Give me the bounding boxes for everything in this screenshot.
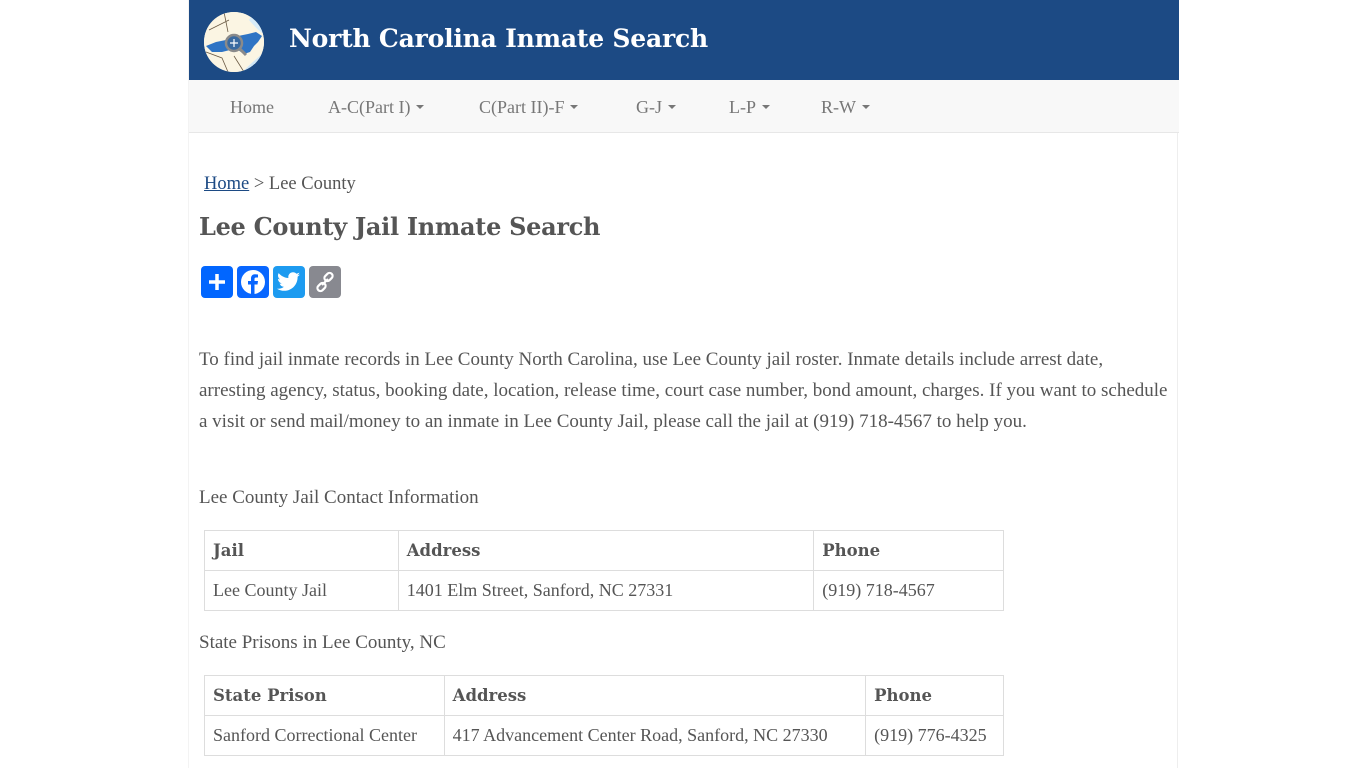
state-prisons-table: State Prison Address Phone Sanford Corre…: [204, 675, 1004, 756]
site-title[interactable]: North Carolina Inmate Search: [289, 24, 708, 53]
caret-down-icon: [668, 104, 676, 109]
jail-phone-cell: (919) 718-4567: [813, 570, 1004, 611]
page-container: North Carolina Inmate Search Home A-C(Pa…: [188, 0, 1179, 768]
page-title: Lee County Jail Inmate Search: [199, 212, 601, 241]
nav-item-r-w[interactable]: R-W: [821, 97, 870, 118]
jail-contact-heading: Lee County Jail Contact Information: [199, 487, 479, 508]
nav-item-g-j[interactable]: G-J: [636, 97, 676, 118]
breadcrumb: Home > Lee County: [204, 174, 356, 195]
twitter-share-button[interactable]: [273, 266, 305, 298]
facebook-share-button[interactable]: [237, 266, 269, 298]
main-navbar: Home A-C(Part I) C(Part II)-F G-J L-P R-…: [189, 80, 1179, 133]
prison-name-cell: Sanford Correctional Center: [204, 715, 445, 756]
table-header-row: State Prison Address Phone: [204, 675, 1004, 716]
intro-paragraph: To find jail inmate records in Lee Count…: [199, 349, 1168, 432]
share-button[interactable]: [201, 266, 233, 298]
nav-item-label: R-W: [821, 97, 856, 117]
plus-icon: [209, 274, 225, 290]
nav-item-a-c-part-i[interactable]: A-C(Part I): [328, 97, 425, 118]
state-prisons-heading: State Prisons in Lee County, NC: [199, 632, 446, 653]
column-header: Address: [397, 530, 815, 571]
jail-name-cell: Lee County Jail: [204, 570, 399, 611]
table-header-row: Jail Address Phone: [204, 530, 1004, 571]
twitter-icon: [277, 272, 300, 291]
nav-item-home[interactable]: Home: [230, 97, 274, 118]
breadcrumb-current: Lee County: [268, 174, 356, 194]
nav-item-label: Home: [230, 97, 274, 117]
column-header: Jail: [204, 530, 399, 571]
caret-down-icon: [416, 104, 425, 109]
nav-item-c-part-ii-f[interactable]: C(Part II)-F: [479, 97, 579, 118]
nav-item-label: C(Part II)-F: [479, 97, 565, 117]
breadcrumb-separator: >: [253, 174, 265, 194]
prison-phone-cell: (919) 776-4325: [865, 715, 1004, 756]
link-icon: [316, 271, 334, 293]
column-header: Phone: [865, 675, 1004, 716]
nav-item-label: A-C(Part I): [328, 97, 411, 117]
caret-down-icon: [570, 104, 579, 109]
breadcrumb-home-link[interactable]: Home: [204, 174, 249, 194]
caret-down-icon: [862, 104, 870, 109]
copy-link-button[interactable]: [309, 266, 341, 298]
nc-map-magnifier-logo-icon[interactable]: [204, 12, 264, 72]
nav-item-label: L-P: [729, 97, 756, 117]
column-header: State Prison: [204, 675, 445, 716]
table-row: Sanford Correctional Center 417 Advancem…: [204, 715, 1004, 756]
nav-item-l-p[interactable]: L-P: [729, 97, 770, 118]
prison-address-cell: 417 Advancement Center Road, Sanford, NC…: [443, 715, 867, 756]
facebook-icon: [241, 270, 265, 295]
column-header: Phone: [813, 530, 1004, 571]
share-buttons: [201, 266, 341, 298]
jail-address-cell: 1401 Elm Street, Sanford, NC 27331: [397, 570, 815, 611]
nav-item-label: G-J: [636, 97, 662, 117]
jail-contact-table: Jail Address Phone Lee County Jail 1401 …: [204, 530, 1004, 611]
column-header: Address: [443, 675, 867, 716]
table-row: Lee County Jail 1401 Elm Street, Sanford…: [204, 570, 1004, 611]
caret-down-icon: [762, 104, 770, 109]
site-header: North Carolina Inmate Search: [189, 0, 1179, 80]
